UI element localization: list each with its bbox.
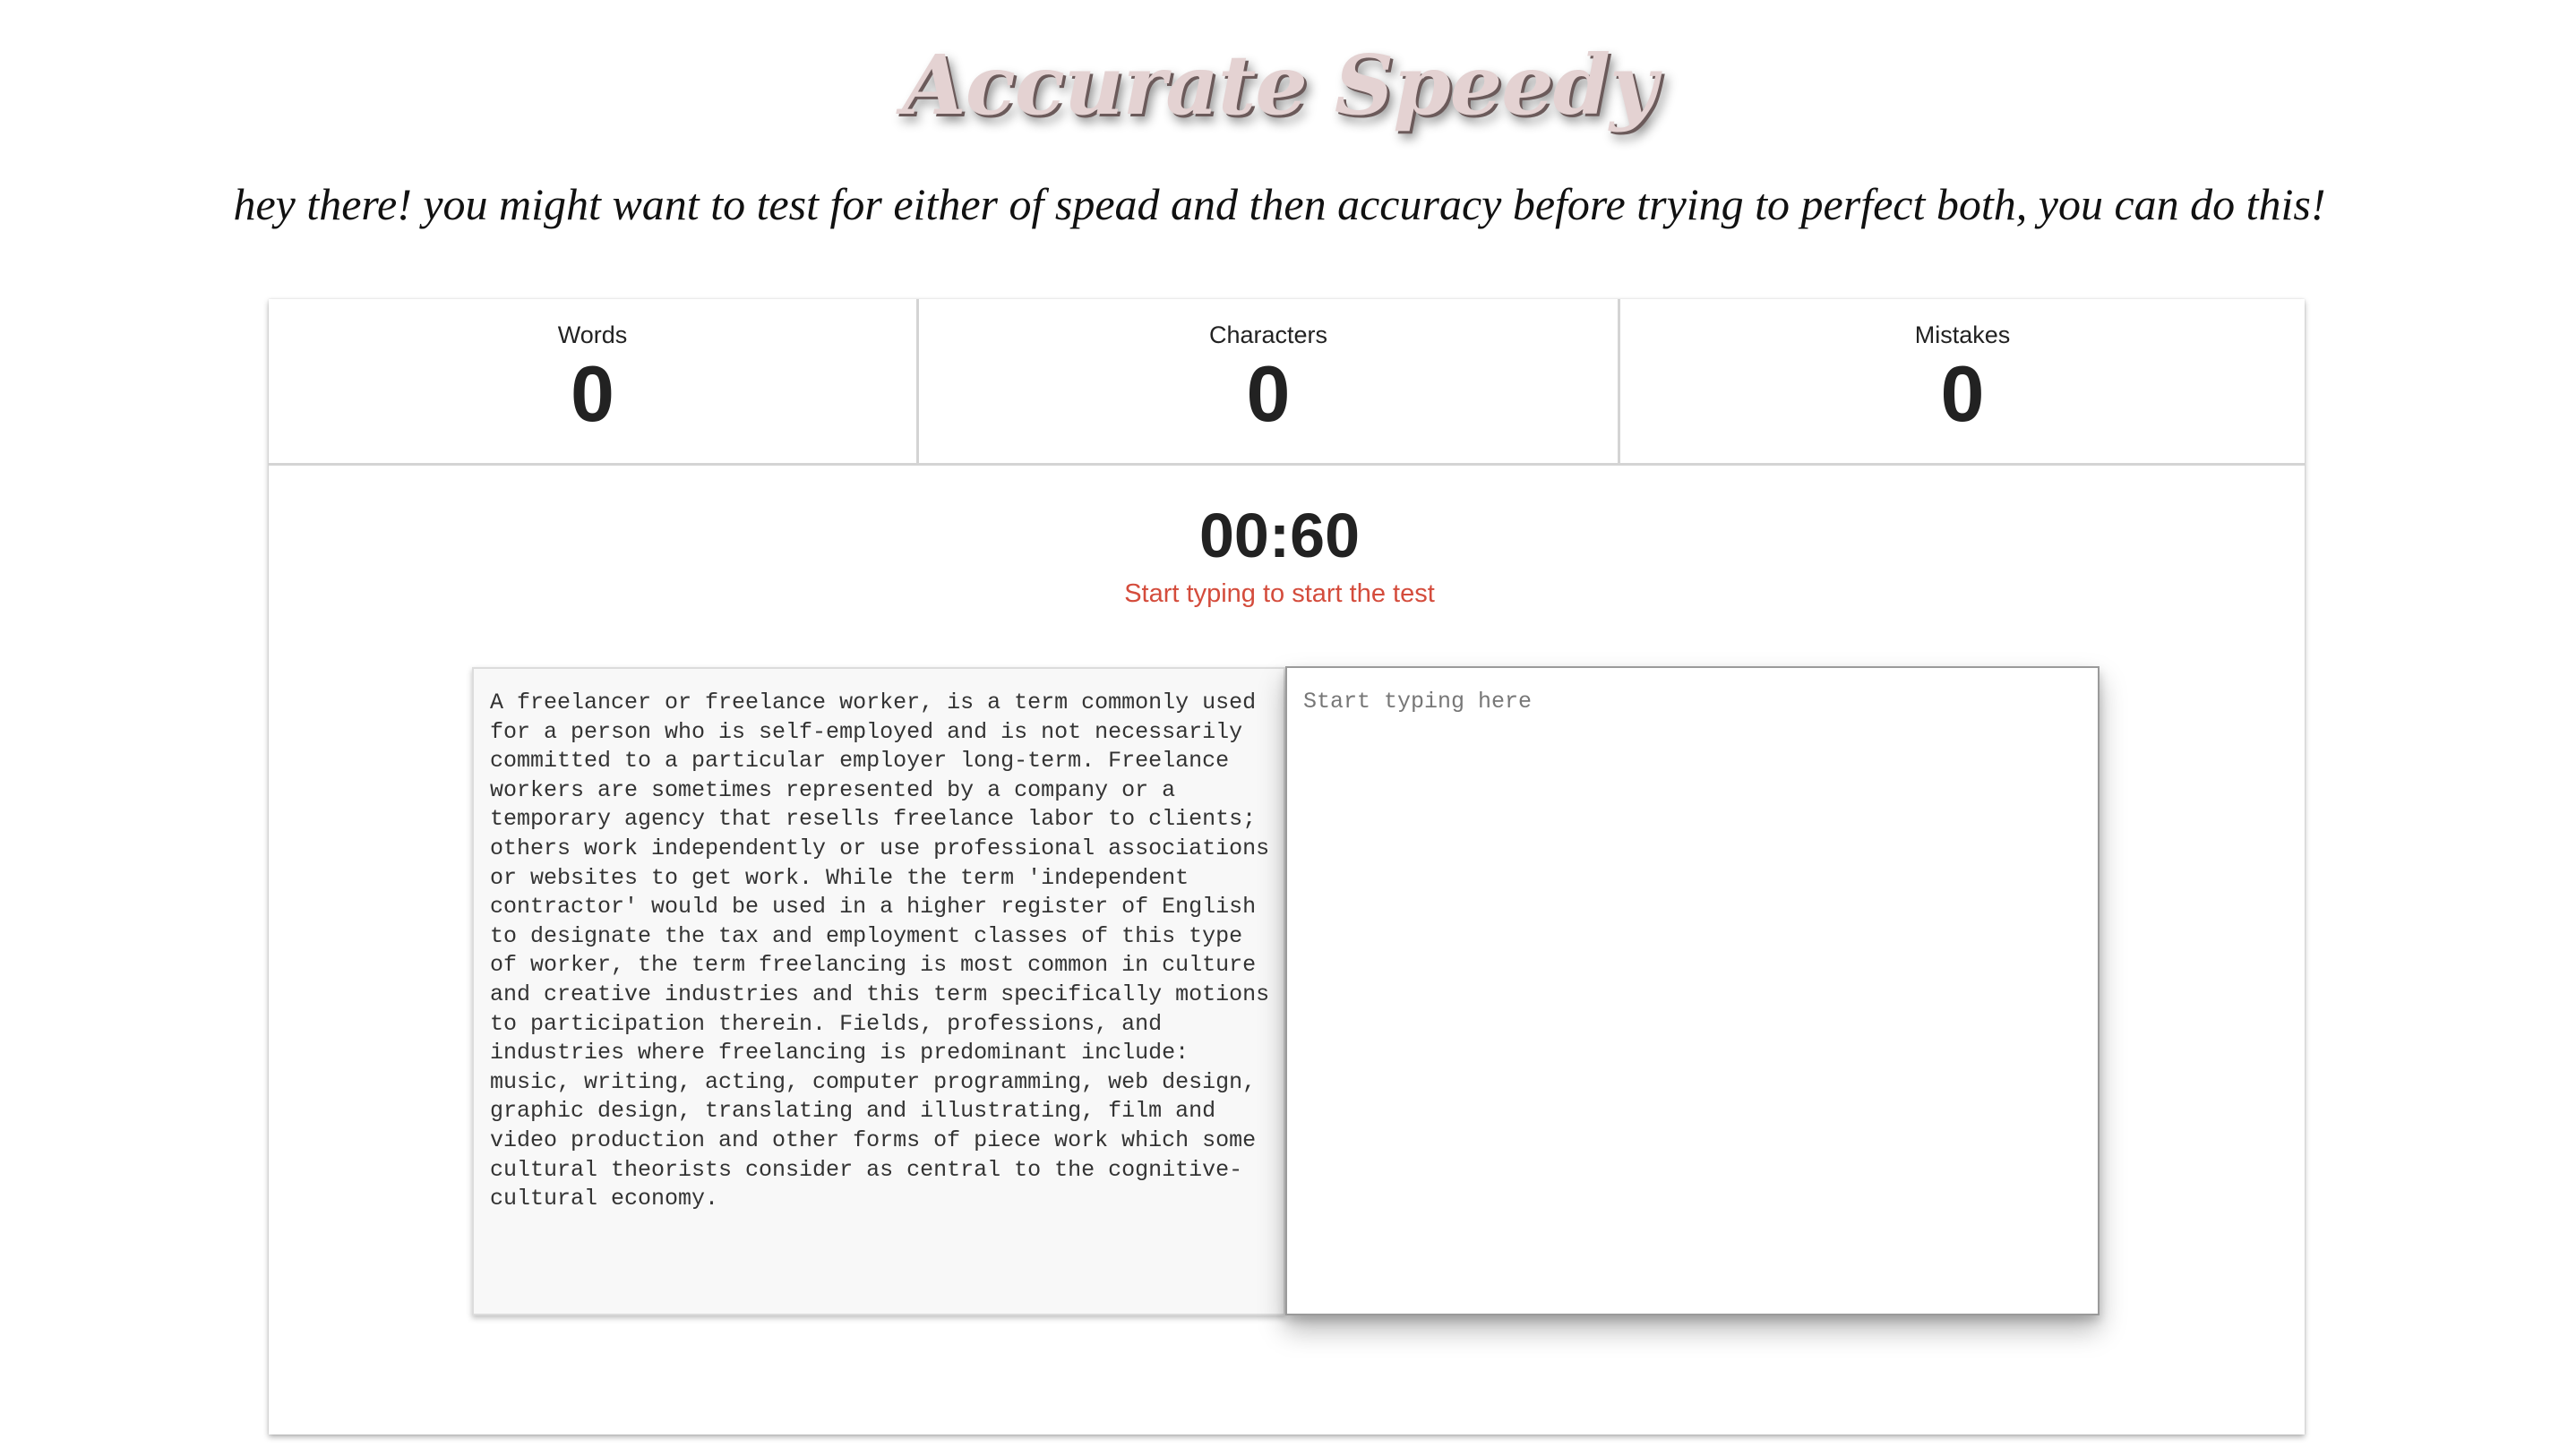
start-hint: Start typing to start the test xyxy=(1124,579,1435,608)
stats-row: Words 0 Characters 0 Mistakes 0 xyxy=(269,299,2305,466)
mistakes-label: Mistakes xyxy=(1914,321,2011,348)
characters-count: 0 xyxy=(1246,349,1291,438)
words-stat: Words 0 xyxy=(269,299,919,463)
words-count: 0 xyxy=(571,349,614,438)
mistakes-count: 0 xyxy=(1940,349,1985,438)
typing-input[interactable] xyxy=(1285,666,2100,1315)
mistakes-stat: Mistakes 0 xyxy=(1620,299,2305,463)
app-subtitle: hey there! you might want to test for ei… xyxy=(233,179,2326,229)
source-text-panel: A freelancer or freelance worker, is a t… xyxy=(472,667,1285,1315)
characters-label: Characters xyxy=(1208,321,1328,348)
words-label: Words xyxy=(557,321,628,348)
app-title: Accurate Speedy xyxy=(902,37,1657,133)
countdown-timer: 00:60 xyxy=(1198,501,1361,570)
characters-stat: Characters 0 xyxy=(919,299,1620,463)
